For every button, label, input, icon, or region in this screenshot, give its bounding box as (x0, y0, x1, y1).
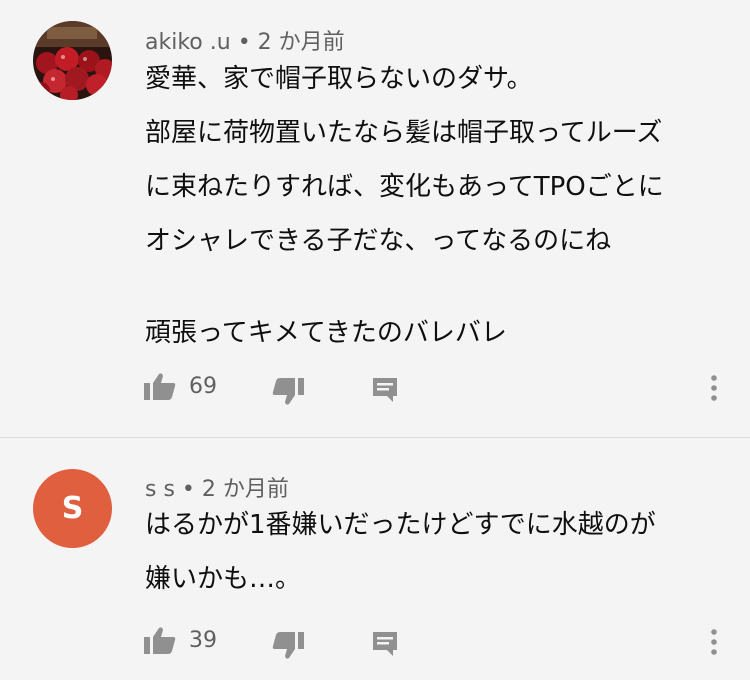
comment-item: akiko .u • 2 か月前 愛華、家で帽子取らないのダサ。 部屋に荷物置い… (0, 0, 750, 437)
dislike-button[interactable] (272, 378, 304, 410)
comment-text-line: 頑張ってキメてきたのバレバレ (145, 318, 507, 348)
dislike-icon (272, 632, 304, 659)
dislike-button[interactable] (272, 632, 304, 664)
like-count: 39 (189, 628, 217, 653)
meta-separator: • (181, 477, 195, 502)
author-name[interactable]: akiko .u (145, 30, 231, 55)
comment-text-line: 部屋に荷物置いたなら髪は帽子取ってルーズ (145, 118, 663, 148)
reply-button[interactable] (371, 376, 399, 408)
meta-separator: • (237, 30, 251, 55)
comment-meta: s s • 2 か月前 (145, 471, 289, 503)
comment-text-line: 嫌いかも…。 (145, 564, 302, 594)
comment-meta: akiko .u • 2 か月前 (145, 24, 345, 56)
more-vert-icon (711, 629, 717, 655)
dislike-icon (272, 378, 304, 405)
more-vert-icon (711, 375, 717, 401)
avatar[interactable] (33, 21, 112, 100)
comment-time: 2 か月前 (257, 30, 345, 55)
author-name[interactable]: s s (145, 477, 175, 502)
more-options-button[interactable] (708, 629, 720, 661)
avatar[interactable]: S (33, 469, 112, 548)
reply-icon (373, 378, 397, 402)
reply-icon (373, 632, 397, 656)
like-button[interactable] (144, 372, 176, 404)
like-count: 69 (189, 374, 217, 399)
comment-text-line: はるかが1番嫌いだったけどすでに水越のが (145, 510, 656, 540)
comment-text-line: 愛華、家で帽子取らないのダサ。 (145, 64, 533, 94)
comment-text-line: オシャレできる子だな、ってなるのにね (145, 226, 612, 256)
like-button[interactable] (144, 626, 176, 658)
like-icon (144, 627, 176, 654)
like-icon (144, 373, 176, 400)
comment-item: S s s • 2 か月前 はるかが1番嫌いだったけどすでに水越のが 嫌いかも…… (0, 438, 750, 680)
comment-text-line: に束ねたりすれば、変化もあってTPOごとに (145, 172, 664, 202)
comment-time: 2 か月前 (201, 477, 289, 502)
reply-button[interactable] (371, 630, 399, 662)
avatar-initial: S (33, 469, 112, 548)
more-options-button[interactable] (708, 375, 720, 407)
